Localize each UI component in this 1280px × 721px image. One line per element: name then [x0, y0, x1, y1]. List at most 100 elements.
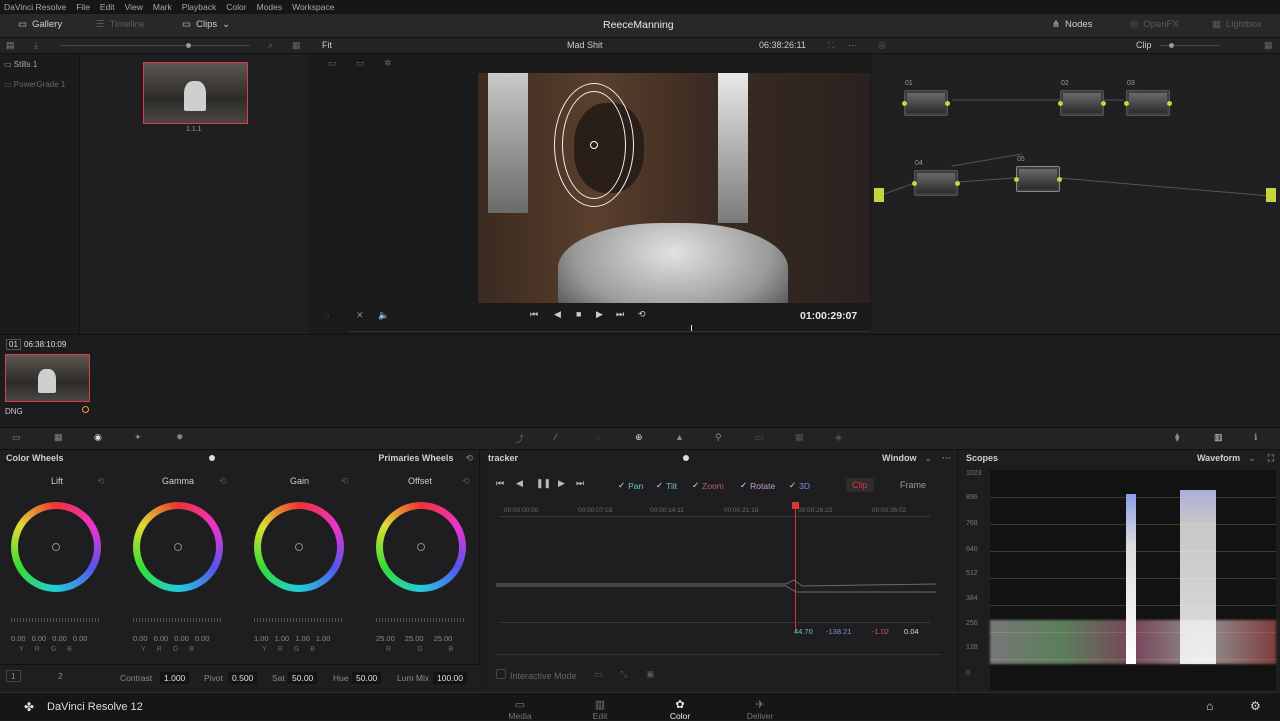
- thumb-size-handle[interactable]: [186, 43, 191, 48]
- play-icon[interactable]: ▶: [596, 309, 603, 320]
- scrubber-playhead[interactable]: [691, 325, 692, 331]
- menu-view[interactable]: View: [125, 2, 143, 12]
- node-01-input[interactable]: [902, 101, 907, 106]
- node-04[interactable]: 04: [912, 160, 960, 196]
- offset-wheel[interactable]: [376, 502, 466, 592]
- node-02-input[interactable]: [1058, 101, 1063, 106]
- node-04-input[interactable]: [912, 181, 917, 186]
- sidebar-icon[interactable]: ▤: [6, 40, 15, 51]
- gain-value-g[interactable]: 1.00: [295, 634, 310, 643]
- clip-toggle[interactable]: Clip: [846, 478, 874, 492]
- check-zoom[interactable]: ✓ Zoom: [692, 480, 724, 491]
- lummix-field[interactable]: 100.00: [433, 672, 467, 684]
- track-backward-icon[interactable]: ⏮: [496, 478, 504, 489]
- menu-modes[interactable]: Modes: [257, 2, 283, 12]
- scrubber[interactable]: [350, 331, 870, 332]
- scope-options-icon[interactable]: ⌄: [1248, 453, 1256, 464]
- gamma-value-y[interactable]: 0.00: [133, 634, 148, 643]
- node-zoom-handle[interactable]: [1169, 43, 1174, 48]
- gamma-reset-icon[interactable]: ⟲: [219, 476, 227, 487]
- gain-value-r[interactable]: 1.00: [275, 634, 290, 643]
- track-end-icon[interactable]: ⏭: [576, 478, 584, 489]
- tracker-options-icon[interactable]: ⌄: [924, 453, 932, 464]
- scopes-icon[interactable]: ▥: [1214, 432, 1223, 443]
- offset-value-b[interactable]: 25.00: [434, 634, 453, 643]
- node-04-output[interactable]: [955, 181, 960, 186]
- offset-wheel-center[interactable]: [417, 543, 425, 551]
- lift-wheel-center[interactable]: [52, 543, 60, 551]
- menu-mark[interactable]: Mark: [153, 2, 172, 12]
- page-2-button[interactable]: 2: [58, 671, 63, 681]
- gamma-value-b[interactable]: 0.00: [195, 634, 210, 643]
- stop-icon[interactable]: ■: [576, 309, 581, 319]
- album-stills[interactable]: ▭ Stills 1: [4, 60, 37, 69]
- qualifier-icon[interactable]: ⁄: [555, 432, 557, 442]
- node-05-input[interactable]: [1014, 177, 1019, 182]
- tab-deliver[interactable]: ✈ Deliver: [740, 698, 780, 721]
- skip-forward-icon[interactable]: ⏭: [616, 309, 624, 320]
- offset-value-r[interactable]: 25.00: [376, 634, 395, 643]
- set-point-icon[interactable]: ⤡: [620, 669, 627, 680]
- search-icon[interactable]: ⌕: [268, 40, 273, 51]
- menu-playback[interactable]: Playback: [182, 2, 217, 12]
- check-pan[interactable]: ✓ Pan: [618, 480, 643, 491]
- split-view-icon[interactable]: ▭: [328, 58, 337, 69]
- rgb-mixer-icon[interactable]: ✦: [134, 432, 142, 443]
- lift-master-slider[interactable]: [11, 618, 101, 622]
- gamma-master-slider[interactable]: [133, 618, 223, 622]
- window-icon[interactable]: ◌: [595, 432, 600, 442]
- video-frame[interactable]: [478, 73, 870, 303]
- camera-raw-icon[interactable]: ▭: [12, 432, 21, 443]
- gamma-wheel-center[interactable]: [174, 543, 182, 551]
- track-reverse-icon[interactable]: ◀: [516, 478, 523, 489]
- gallery-button[interactable]: ▭ Gallery: [18, 19, 62, 30]
- timeline-button[interactable]: ☰ Timeline: [96, 19, 145, 30]
- check-rotate[interactable]: ✓ Rotate: [740, 480, 775, 491]
- lift-value-y[interactable]: 0.00: [11, 634, 26, 643]
- gain-reset-icon[interactable]: ⟲: [341, 476, 349, 487]
- lightbox-button[interactable]: ▦ Lightbox: [1212, 19, 1262, 30]
- highlight-icon[interactable]: ◎: [878, 40, 886, 51]
- delete-icon[interactable]: ▣: [646, 669, 655, 680]
- magic-icon[interactable]: ✲: [384, 58, 392, 69]
- zoom-fit[interactable]: Fit: [322, 40, 332, 50]
- fx-icon[interactable]: ◈: [835, 432, 842, 443]
- lift-value-g[interactable]: 0.00: [52, 634, 67, 643]
- gamma-wheel[interactable]: [133, 502, 223, 592]
- scope-mode[interactable]: Waveform: [1197, 453, 1240, 463]
- wheels-mode[interactable]: Primaries Wheels: [378, 453, 453, 463]
- node-mode[interactable]: Clip: [1136, 40, 1152, 50]
- frame-toggle[interactable]: Frame: [900, 480, 926, 490]
- gain-value-y[interactable]: 1.00: [254, 634, 269, 643]
- clip-name[interactable]: Mad Shit: [567, 40, 603, 50]
- tracker-playhead[interactable]: [795, 504, 796, 632]
- skip-back-icon[interactable]: ⏮: [530, 309, 538, 320]
- tab-media[interactable]: ▭ Media: [500, 698, 540, 721]
- tracker-playhead-handle[interactable]: [792, 502, 799, 509]
- lift-value-r[interactable]: 0.00: [32, 634, 47, 643]
- sat-field[interactable]: 50.00: [288, 672, 318, 684]
- insert-icon[interactable]: ▭: [594, 669, 603, 680]
- volume-icon[interactable]: 🔈: [378, 310, 389, 321]
- node-01-output[interactable]: [945, 101, 950, 106]
- offset-reset-icon[interactable]: ⟲: [462, 476, 470, 487]
- curves-icon[interactable]: ⤴: [515, 432, 524, 445]
- bypass-icon[interactable]: ✕: [356, 310, 364, 321]
- node-05-output[interactable]: [1057, 177, 1062, 182]
- gamma-value-r[interactable]: 0.00: [154, 634, 169, 643]
- gain-wheel[interactable]: [254, 502, 344, 592]
- save-icon[interactable]: ⤓: [34, 40, 38, 51]
- 3d-icon[interactable]: ▦: [795, 432, 804, 443]
- offset-value-g[interactable]: 25.00: [405, 634, 424, 643]
- blur-icon[interactable]: ▲: [675, 432, 684, 442]
- scope-expand-icon[interactable]: ⛶: [1268, 453, 1274, 464]
- color-wheels-icon[interactable]: ◉: [94, 432, 102, 443]
- grid-view-icon[interactable]: ▦: [292, 40, 301, 51]
- lift-reset-icon[interactable]: ⟲: [97, 476, 105, 487]
- thumb-size-slider[interactable]: [60, 45, 250, 46]
- source-input-node[interactable]: [874, 188, 884, 202]
- offset-master-slider[interactable]: [376, 618, 466, 622]
- interactive-mode-checkbox[interactable]: [496, 669, 506, 679]
- loop-icon[interactable]: ⟲: [638, 309, 646, 320]
- keyframes-icon[interactable]: ⧫: [1175, 432, 1179, 443]
